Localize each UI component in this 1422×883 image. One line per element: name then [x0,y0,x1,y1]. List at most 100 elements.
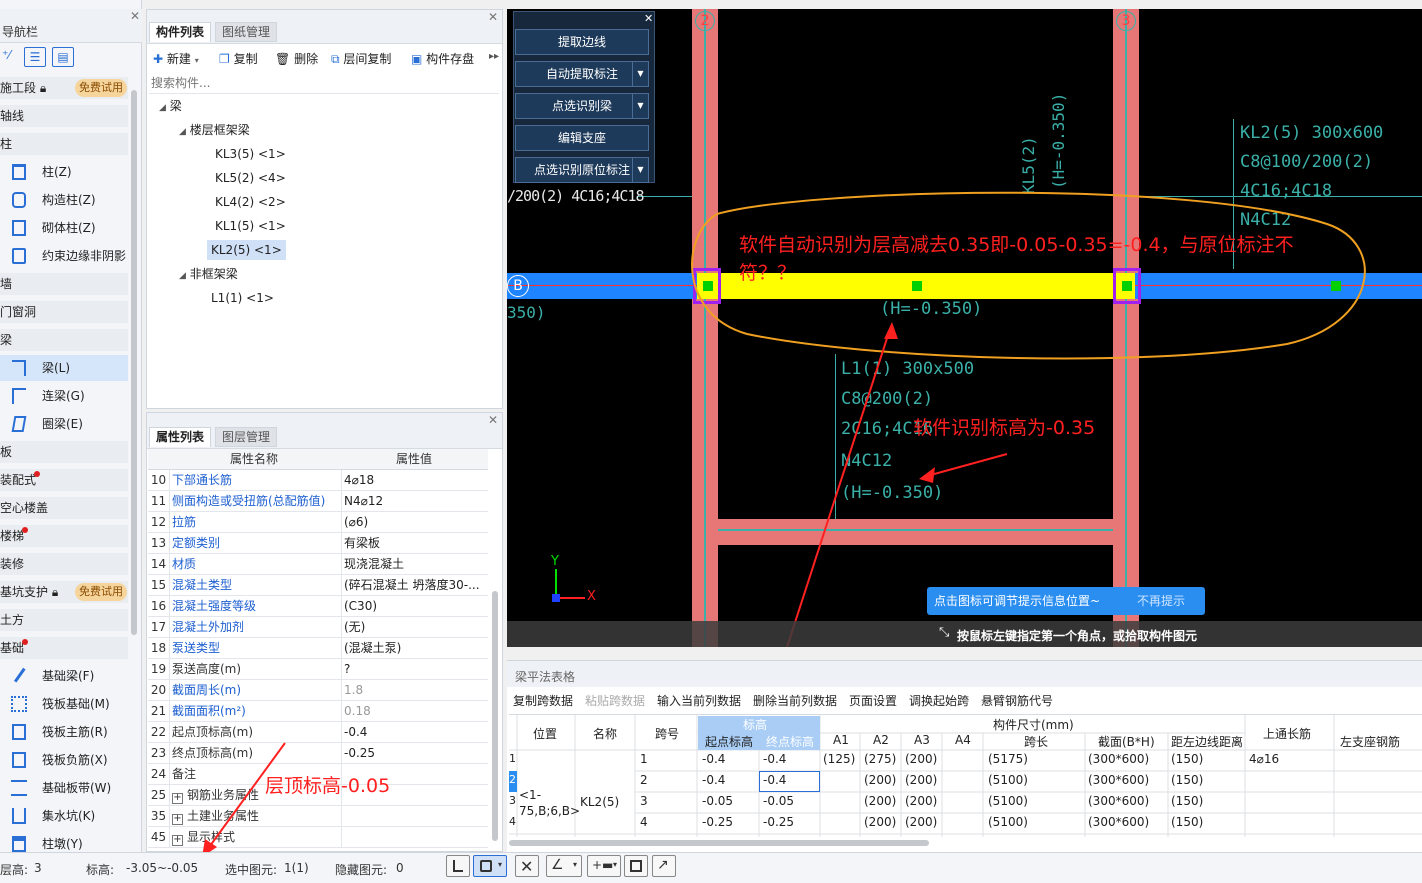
row-number[interactable]: 3 [509,794,516,807]
cell-start-elev[interactable]: -0.05 [702,794,733,808]
paste-span-data-button[interactable]: 粘贴跨数据 [585,692,645,710]
property-row[interactable]: 10 下部通长筋 4⌀18 [148,470,488,491]
cell-a3[interactable]: (200) [905,773,937,787]
page-setup-button[interactable]: 页面设置 [849,692,897,710]
nav-section-stairs[interactable]: 楼梯 [0,525,128,547]
property-row[interactable]: 13 定额类别 有梁板 [148,533,488,554]
cell-top-rebar[interactable]: 4⌀16 [1249,752,1279,766]
nav-item-masonry-column[interactable]: 砌体柱(Z) [0,215,128,241]
tip-dismiss-link[interactable]: 不再提示 [1137,587,1185,615]
free-trial-badge[interactable]: 免费试用 [75,583,127,601]
tree-item-kl5[interactable]: KL5(2) <4> [211,168,290,188]
cell-a1[interactable]: (125) [823,752,855,766]
cell-a2[interactable]: (200) [864,815,896,829]
extract-edge-button[interactable]: 提取边线 [515,29,649,55]
cantilever-rebar-code-button[interactable]: 悬臂钢筋代号 [981,692,1053,710]
property-row[interactable]: 18 泵送类型 (混凝土泵) [148,638,488,659]
nav-item-beam[interactable]: 梁(L) [0,355,128,381]
row-number[interactable]: 2 [509,773,516,786]
cell-section[interactable]: (300*600) [1088,815,1149,829]
swap-start-span-button[interactable]: 调换起始跨 [909,692,969,710]
dropdown-arrow-icon[interactable]: ▼ [632,62,648,86]
cell-a2[interactable]: (200) [864,773,896,787]
nav-section-beam[interactable]: 梁 [0,329,128,351]
cell-start-elev[interactable]: -0.25 [702,815,733,829]
property-scrollbar[interactable] [492,591,498,841]
component-search-input[interactable] [149,72,499,94]
tree-item-kl3[interactable]: KL3(5) <1> [211,144,290,164]
cell-end-elev[interactable]: -0.4 [763,773,786,787]
cell-section[interactable]: (300*600) [1088,794,1149,808]
list-view-icon[interactable]: ☰ [24,47,46,67]
nav-section-door-window[interactable]: 门窗洞 [0,301,128,323]
nav-section-slab[interactable]: 板 [0,441,128,463]
nav-item-raft-main-rebar[interactable]: 筏板主筋(R) [0,719,128,745]
close-icon[interactable]: ✕ [130,9,140,23]
property-row[interactable]: 20 截面周长(m) 1.8 [148,680,488,701]
cell-span[interactable]: 3 [640,794,648,808]
property-row[interactable]: 11 侧面构造或受扭筋(总配筋值) N4⌀12 [148,491,488,512]
sparkle-icon[interactable]: ⁺⁄ [2,48,10,62]
grid-horizontal-scrollbar[interactable] [509,840,929,846]
display-toggle-icon[interactable] [624,855,648,877]
nav-item-foundation-strip[interactable]: 基础板带(W) [0,775,128,801]
cell-span-length[interactable]: (5100) [988,773,1028,787]
input-column-data-button[interactable]: 输入当前列数据 [657,692,741,710]
nav-section-construction-segment[interactable]: 施工段 🔒︎ 免费试用 [0,77,128,99]
cell-a3[interactable]: (200) [905,794,937,808]
nav-section-excavation-support[interactable]: 基坑支护 🔒︎ 免费试用 [0,581,128,603]
cell-start-elev[interactable]: -0.4 [702,773,725,787]
property-row[interactable]: 14 材质 现浇混凝土 [148,554,488,575]
property-row[interactable]: 12 拉筋 (⌀6) [148,512,488,533]
cell-section[interactable]: (300*600) [1088,773,1149,787]
cell-span-length[interactable]: (5100) [988,794,1028,808]
free-trial-badge[interactable]: 免费试用 [75,79,127,97]
nav-item-constructional-column[interactable]: 构造柱(Z) [0,187,128,213]
curve-tool-icon[interactable]: ↗ [652,855,676,877]
cell-span-length[interactable]: (5100) [988,815,1028,829]
cell-position[interactable]: <1-75,B;6,B> [519,787,580,819]
nav-section-wall[interactable]: 墙 [0,273,128,295]
tree-group-nonframe-beam[interactable]: ◢ 非框架梁 [179,264,238,284]
angle-tool-icon[interactable]: ∠ ▾ [546,855,582,877]
snap-mode-icon[interactable]: ▾ [473,855,507,877]
nav-section-axis[interactable]: 轴线 [0,105,128,127]
nav-item-boundary-element[interactable]: 约束边缘非阴影 [0,243,128,269]
more-icon[interactable]: ▸▸ [489,51,499,62]
row-number[interactable]: 1 [509,752,516,765]
expand-icon[interactable]: + [172,814,183,825]
cell-edge[interactable]: (150) [1171,752,1203,766]
cell-a2[interactable]: (200) [864,794,896,808]
recognize-in-situ-annotation-button[interactable]: 点选识别原位标注 ▼ [515,157,649,183]
close-icon[interactable]: ✕ [488,413,498,427]
expand-icon[interactable]: + [172,835,183,846]
nav-item-ring-beam[interactable]: 圈梁(E) [0,411,128,437]
auto-extract-annotation-button[interactable]: 自动提取标注 ▼ [515,61,649,87]
save-component-button[interactable]: ▣ 构件存盘 [411,48,474,70]
tree-item-l1[interactable]: L1(1) <1> [207,288,278,308]
nav-section-prefab[interactable]: 装配式 [0,469,128,491]
cell-end-elev[interactable]: -0.4 [763,752,786,766]
nav-item-sump-pit[interactable]: 集水坑(K) [0,803,128,829]
tab-component-list[interactable]: 构件列表 [149,22,212,42]
cell-edge[interactable]: (150) [1171,773,1203,787]
tree-root-beam[interactable]: ◢ 梁 [159,96,182,116]
dropdown-arrow-icon[interactable]: ▼ [632,158,648,182]
copy-button[interactable]: ❐ 复制 [219,48,258,70]
tab-layer-management[interactable]: 图层管理 [215,427,278,447]
nav-scrollbar[interactable] [131,90,137,635]
cell-span[interactable]: 2 [640,773,648,787]
property-row[interactable]: 16 混凝土强度等级 (C30) [148,596,488,617]
row-number[interactable]: 4 [509,815,516,828]
nav-section-earthwork[interactable]: 土方 [0,609,128,631]
tree-item-kl2-selected[interactable]: KL2(5) <1> [207,240,286,260]
expand-icon[interactable]: + [172,793,183,804]
property-row[interactable]: 17 混凝土外加剂 (无) [148,617,488,638]
nav-item-column[interactable]: 柱(Z) [0,159,128,185]
cell-span[interactable]: 4 [640,815,648,829]
cell-span-length[interactable]: (5175) [988,752,1028,766]
cell-edge[interactable]: (150) [1171,815,1203,829]
edit-support-button[interactable]: 编辑支座 [515,125,649,151]
dimension-tool-icon[interactable]: +▬ ▾ [587,855,621,877]
property-row[interactable]: 19 泵送高度(m)? [148,659,488,680]
